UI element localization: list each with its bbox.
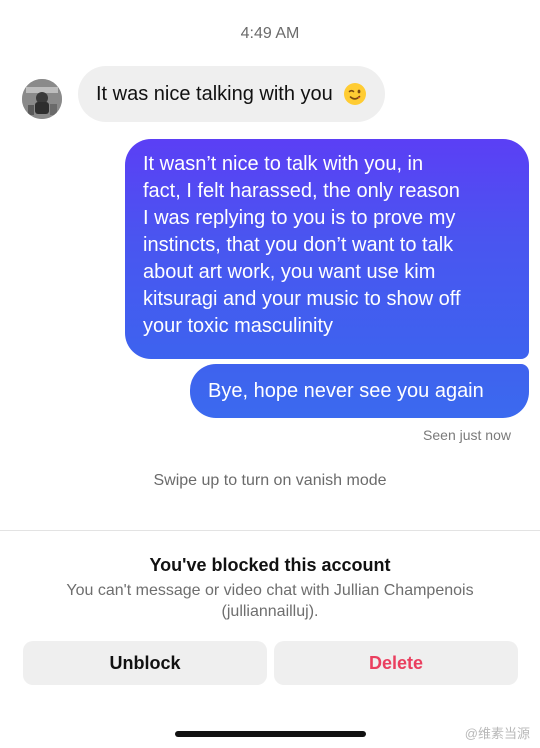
avatar[interactable] (22, 79, 62, 119)
outgoing-message-bubble[interactable]: Bye, hope never see you again (190, 364, 529, 418)
delete-button[interactable]: Delete (274, 641, 518, 685)
profile-photo-icon (22, 79, 62, 119)
winking-face-emoji-icon (343, 82, 367, 106)
incoming-message-bubble[interactable]: It was nice talking with you (78, 66, 385, 122)
blocked-title: You've blocked this account (149, 555, 391, 575)
outgoing-message-text: It wasn’t nice to talk with you, in fact… (143, 153, 461, 337)
seen-status: Seen just now (423, 427, 511, 443)
vanish-mode-hint-text: Swipe up to turn on vanish mode (153, 472, 387, 489)
message-timestamp: 4:49 AM (240, 25, 300, 42)
vanish-mode-hint[interactable]: Swipe up to turn on vanish mode (0, 472, 540, 490)
outgoing-message-text: Bye, hope never see you again (208, 379, 484, 402)
outgoing-message-bubble[interactable]: It wasn’t nice to talk with you, in fact… (125, 139, 529, 359)
home-indicator[interactable] (175, 731, 366, 737)
divider (0, 530, 540, 531)
watermark: @维素当源 (464, 726, 530, 741)
unblock-button[interactable]: Unblock (23, 641, 267, 685)
blocked-subtitle: You can't message or video chat with Jul… (66, 582, 474, 620)
incoming-message-row: It was nice talking with you (22, 66, 385, 122)
incoming-message-text: It was nice talking with you (96, 82, 333, 105)
dm-thread-screen: 4:49 AM It was nice talking with you It … (0, 0, 540, 748)
